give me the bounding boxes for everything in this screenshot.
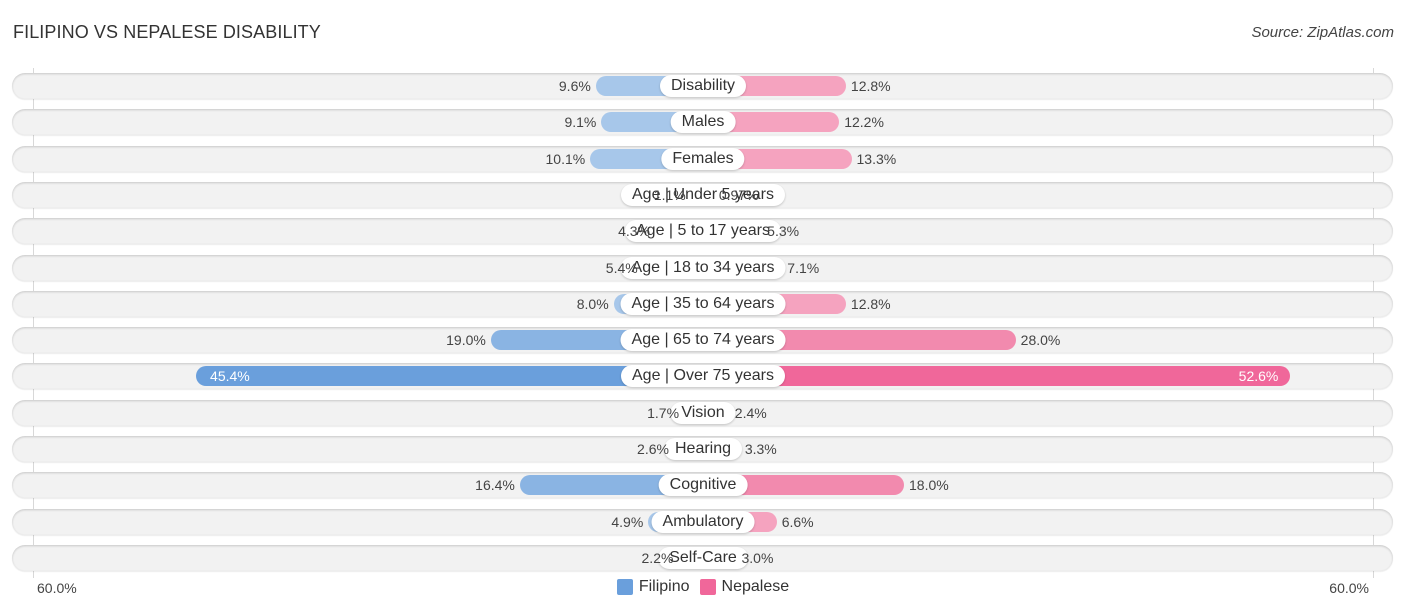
value-label-filipino: 16.4% bbox=[475, 477, 515, 494]
value-label-nepalese: 12.8% bbox=[850, 78, 891, 94]
category-label: Ambulatory bbox=[651, 510, 755, 533]
value-label-filipino: 4.9% bbox=[611, 513, 644, 530]
value-label-nepalese: 52.6% bbox=[1238, 368, 1279, 385]
legend-label-nepalese: Nepalese bbox=[721, 578, 790, 595]
value-label-filipino: 10.1% bbox=[545, 150, 586, 167]
value-label-filipino: 1.7% bbox=[647, 404, 680, 421]
value-label-filipino: 19.0% bbox=[446, 332, 486, 349]
category-label: Age | 65 to 74 years bbox=[620, 329, 786, 352]
value-label-filipino: 9.1% bbox=[564, 114, 597, 131]
category-label: Cognitive bbox=[658, 474, 748, 497]
legend-label-filipino: Filipino bbox=[638, 578, 690, 595]
category-label: Disability bbox=[659, 75, 747, 97]
value-label-filipino: 2.2% bbox=[641, 549, 674, 566]
value-label-filipino: 5.4% bbox=[605, 259, 638, 276]
value-label-nepalese: 5.3% bbox=[767, 223, 800, 240]
legend-swatch-nepalese bbox=[699, 579, 716, 595]
category-label: Vision bbox=[670, 401, 736, 424]
category-label: Males bbox=[670, 111, 736, 134]
value-label-nepalese: 13.3% bbox=[856, 150, 897, 167]
value-label-filipino: 1.1% bbox=[653, 186, 686, 203]
value-label-nepalese: 3.3% bbox=[744, 441, 777, 457]
value-label-nepalese: 3.0% bbox=[741, 549, 774, 566]
value-label-filipino: 8.0% bbox=[576, 295, 609, 312]
gridline-left bbox=[33, 68, 34, 578]
legend-swatch-filipino bbox=[616, 579, 633, 595]
value-label-nepalese: 0.97% bbox=[718, 186, 759, 203]
value-label-nepalese: 2.4% bbox=[734, 404, 767, 421]
category-label: Females bbox=[661, 147, 745, 170]
diverging-bar-chart: Disability 9.6% 12.8% Males 9.1% 12.2% Females… bbox=[0, 0, 1406, 612]
legend-item-nepalese[interactable]: Nepalese bbox=[699, 578, 790, 596]
gridline-right bbox=[1373, 68, 1374, 578]
category-label: Age | Under 5 years bbox=[620, 183, 786, 206]
legend: Filipino Nepalese bbox=[0, 578, 1406, 596]
value-label-nepalese: 12.2% bbox=[844, 114, 884, 131]
value-label-filipino: 2.6% bbox=[637, 441, 669, 457]
category-label: Age | 18 to 34 years bbox=[620, 256, 786, 279]
bar-nepalese bbox=[703, 366, 1291, 387]
value-label-nepalese: 28.0% bbox=[1020, 332, 1061, 349]
value-label-nepalese: 6.6% bbox=[781, 513, 814, 530]
value-label-filipino: 45.4% bbox=[210, 368, 250, 385]
legend-item-filipino[interactable]: Filipino bbox=[616, 578, 690, 596]
category-label: Hearing bbox=[663, 438, 743, 460]
value-label-nepalese: 18.0% bbox=[909, 477, 949, 494]
value-label-filipino: 4.3% bbox=[618, 223, 650, 240]
value-label-nepalese: 7.1% bbox=[787, 259, 820, 276]
category-label: Age | Over 75 years bbox=[621, 365, 785, 388]
category-label: Age | 35 to 64 years bbox=[620, 292, 786, 315]
value-label-nepalese: 12.8% bbox=[850, 295, 891, 312]
value-label-filipino: 9.6% bbox=[558, 78, 591, 94]
